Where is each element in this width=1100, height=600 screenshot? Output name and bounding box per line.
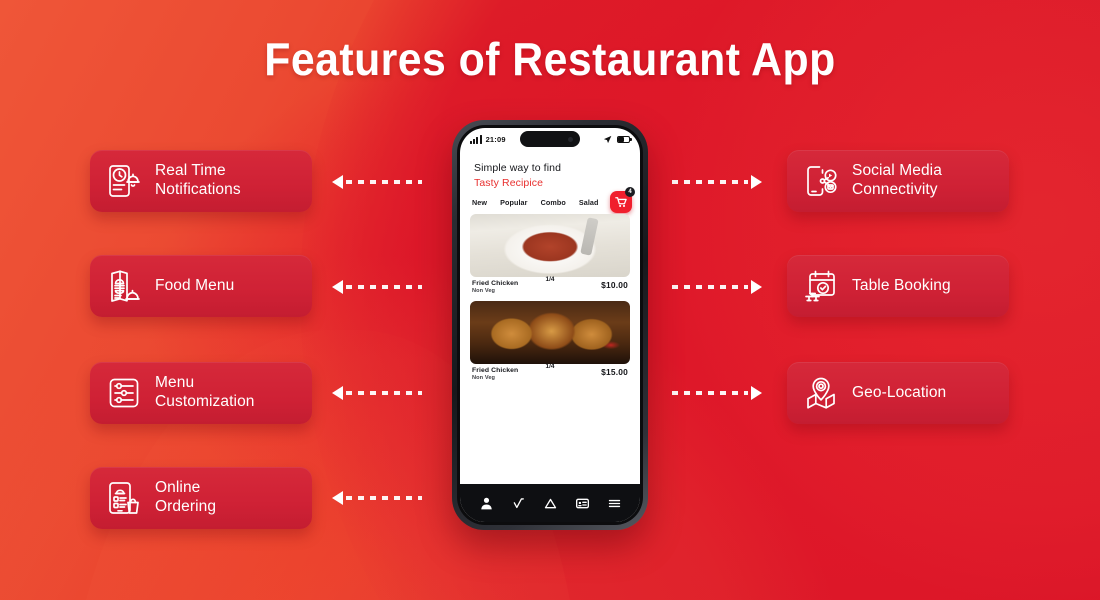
status-bar-left: 21:09	[470, 134, 506, 144]
burgers-fries-photo	[470, 301, 630, 364]
food-item-subtitle: Non Veg	[472, 375, 496, 381]
food-feed: Fried Chicken Non Veg 1/4 $10.00 Fried C…	[460, 207, 640, 484]
tablet-order-bag-icon	[97, 475, 151, 521]
feature-card-real-time-notifications[interactable]: Real Time Notifications	[90, 150, 312, 212]
arrow-dashes	[346, 391, 422, 395]
tab-popular[interactable]: Popular	[500, 198, 527, 207]
feature-card-online-ordering[interactable]: Online Ordering	[90, 467, 312, 529]
feature-card-food-menu[interactable]: Food Menu	[90, 255, 312, 317]
battery-icon	[617, 135, 632, 143]
tomato-soup-photo	[470, 214, 630, 277]
app-headline: Simple way to find Tasty Recipice	[460, 150, 640, 189]
phone-mockup: 21:09 Simple way to find Tasty Recipice …	[452, 120, 648, 530]
arrow-head-icon	[751, 386, 762, 400]
status-bar-time: 21:09	[485, 134, 506, 144]
arrow-head-icon	[332, 491, 343, 505]
location-arrow-icon	[603, 135, 612, 143]
page-title: Features of Restaurant App	[264, 33, 836, 85]
feature-card-table-booking[interactable]: Table Booking	[787, 255, 1009, 317]
feature-card-social-media-connectivity[interactable]: Social Media Connectivity	[787, 150, 1009, 212]
feature-line-2: Customization	[155, 393, 255, 410]
cart-button[interactable]: 4	[610, 187, 635, 213]
arrow-dashes	[346, 285, 422, 289]
connector-arrow-left-3	[332, 386, 422, 400]
status-bar-right	[603, 135, 632, 144]
connector-arrow-right-3	[672, 386, 762, 400]
arrow-head-icon	[751, 175, 762, 189]
food-item-pager: 1/4	[545, 276, 555, 283]
connector-arrow-right-1	[672, 175, 762, 189]
connector-arrow-left-2	[332, 280, 422, 294]
list-card-icon[interactable]	[575, 496, 590, 511]
calendar-check-table-icon	[794, 263, 848, 309]
tab-new[interactable]: New	[472, 198, 487, 207]
tab-combo[interactable]: Combo	[541, 198, 566, 207]
feature-line-1: Real Time	[155, 162, 226, 180]
food-item-card[interactable]: Fried Chicken Non Veg 1/4 $10.00	[460, 207, 640, 294]
bottom-navigation-bar	[460, 484, 640, 522]
feature-line-1: Menu	[155, 374, 195, 392]
feature-card-geo-location[interactable]: Geo-Location	[787, 362, 1009, 424]
connector-arrow-left-1	[332, 175, 422, 189]
feature-card-label: Real Time Notifications	[151, 162, 247, 200]
arrow-head-icon	[332, 386, 343, 400]
connector-arrow-left-4	[332, 491, 422, 505]
dynamic-island	[520, 131, 580, 147]
arrow-head-icon	[332, 280, 343, 294]
hamburger-menu-icon[interactable]	[607, 496, 622, 511]
feature-card-menu-customization[interactable]: Menu Customization	[90, 362, 312, 424]
arrow-dashes	[672, 285, 748, 289]
food-item-pager: 1/4	[545, 363, 555, 370]
arrow-dashes	[346, 180, 422, 184]
food-item-info: Fried Chicken Non Veg 1/4 $10.00	[470, 276, 630, 294]
feature-card-label: Food Menu	[151, 277, 240, 296]
feature-line-2: Ordering	[155, 498, 217, 515]
menu-card-burger-cloche-icon	[97, 263, 151, 309]
profile-icon[interactable]	[479, 496, 494, 511]
feature-card-label: Online Ordering	[151, 479, 222, 517]
feature-line-2: Connectivity	[852, 181, 938, 198]
feature-line-2: Notifications	[155, 181, 241, 198]
infographic-canvas: Features of Restaurant App Real Time Not…	[0, 0, 1100, 600]
food-item-card[interactable]: Fried Chicken Non Veg 1/4 $15.00	[460, 294, 640, 381]
food-item-info: Fried Chicken Non Veg 1/4 $15.00	[470, 363, 630, 381]
sliders-icon	[97, 370, 151, 416]
arrow-dashes	[672, 391, 748, 395]
feature-line-1: Food Menu	[155, 276, 235, 294]
map-pin-location-icon	[794, 370, 848, 416]
headline-line-1: Simple way to find	[474, 162, 562, 174]
food-item-subtitle: Non Veg	[472, 288, 496, 294]
tab-salad[interactable]: Salad	[579, 198, 599, 207]
phone-share-media-icon	[794, 158, 848, 204]
headline-line-2: Tasty Recipice	[474, 177, 544, 189]
feature-card-label: Menu Customization	[151, 374, 261, 412]
shopping-cart-icon	[615, 197, 627, 207]
signal-bars-icon	[470, 134, 482, 144]
front-camera-icon	[568, 136, 573, 142]
feature-line-1: Social Media	[852, 162, 942, 180]
category-tabs: New Popular Combo Salad 4	[460, 187, 640, 213]
phone-clock-bell-icon	[97, 158, 151, 204]
feature-line-1: Table Booking	[852, 276, 951, 294]
arrow-head-icon	[751, 280, 762, 294]
feature-line-1: Geo-Location	[852, 383, 947, 401]
phone-screen: 21:09 Simple way to find Tasty Recipice …	[460, 128, 640, 522]
arrow-dashes	[672, 180, 748, 184]
feature-line-1: Online	[155, 479, 201, 497]
triangle-icon[interactable]	[543, 496, 558, 511]
cart-badge: 4	[625, 187, 635, 197]
connector-arrow-right-2	[672, 280, 762, 294]
arrow-head-icon	[332, 175, 343, 189]
feature-card-label: Social Media Connectivity	[848, 162, 948, 200]
feature-card-label: Geo-Location	[848, 384, 952, 403]
status-bar: 21:09	[460, 128, 640, 150]
phone-bezel: 21:09 Simple way to find Tasty Recipice …	[457, 125, 643, 525]
arrow-dashes	[346, 496, 422, 500]
check-icon[interactable]	[511, 496, 526, 511]
feature-card-label: Table Booking	[848, 277, 957, 296]
